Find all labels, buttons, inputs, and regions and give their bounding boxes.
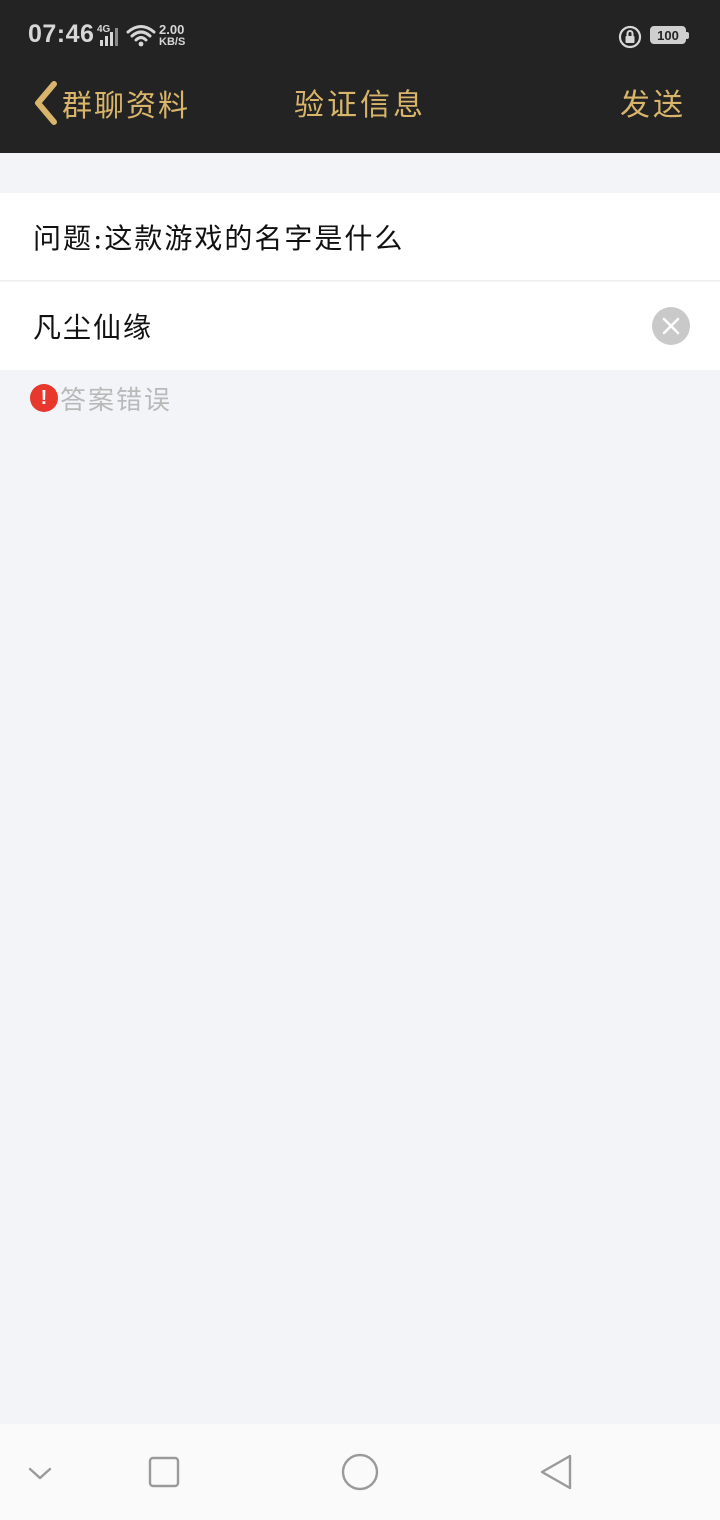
question-row: 问题:这款游戏的名字是什么	[0, 193, 720, 281]
recents-square-icon	[148, 1456, 180, 1488]
home-circle-icon	[341, 1453, 379, 1491]
rotate-lock-icon	[618, 25, 642, 49]
error-message: ! 答案错误	[30, 383, 172, 416]
system-back-button[interactable]	[532, 1448, 580, 1496]
network-speed-unit: KB/S	[159, 36, 186, 48]
network-speed: 2.00 KB/S	[159, 23, 199, 48]
system-nav-bar	[0, 1424, 720, 1520]
collapse-nav-button[interactable]	[16, 1448, 64, 1496]
back-label: 群聊资料	[62, 89, 190, 124]
home-button[interactable]	[336, 1448, 384, 1496]
back-button[interactable]: 群聊资料	[26, 76, 190, 130]
send-button[interactable]: 发送	[620, 80, 686, 124]
answer-row	[0, 282, 720, 370]
battery-level: 100	[657, 27, 679, 43]
status-time: 07:46	[28, 20, 95, 48]
battery-icon: 100	[650, 26, 686, 44]
chevron-left-icon	[35, 81, 57, 125]
clear-button[interactable]	[652, 307, 690, 345]
answer-input[interactable]	[33, 282, 633, 370]
close-icon	[662, 317, 680, 335]
back-triangle-icon	[540, 1454, 572, 1490]
wifi-icon	[126, 25, 156, 47]
battery-tip	[686, 32, 689, 39]
question-text: 问题:这款游戏的名字是什么	[33, 222, 405, 255]
collapse-chevron-icon	[28, 1467, 52, 1480]
network-type: 4G	[97, 24, 111, 35]
header: 07:46 4G 2.00 KB/S 100 群聊资料 验证信息 发送	[0, 0, 720, 153]
recents-button[interactable]	[140, 1448, 188, 1496]
network-speed-value: 2.00	[159, 22, 185, 37]
error-alert-icon: !	[30, 384, 58, 412]
error-text: 答案错误	[60, 385, 173, 416]
